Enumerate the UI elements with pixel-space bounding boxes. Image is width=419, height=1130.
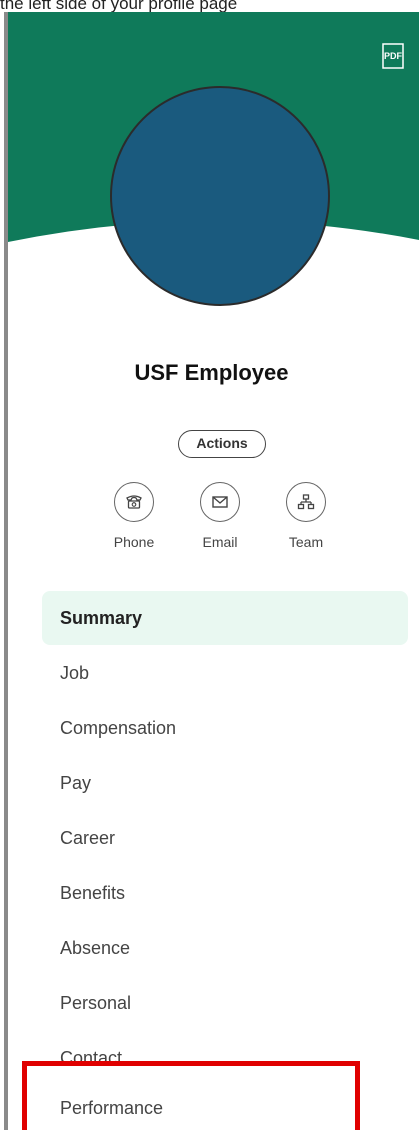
- nav-item-pay[interactable]: Pay: [42, 756, 408, 810]
- nav-item-career[interactable]: Career: [42, 811, 408, 865]
- phone-icon: [114, 482, 154, 522]
- team-icon: [286, 482, 326, 522]
- team-label: Team: [288, 534, 324, 550]
- email-button[interactable]: Email: [190, 482, 250, 550]
- email-icon: [200, 482, 240, 522]
- profile-panel: PDF USF Employee Actions Phone Email Tea…: [4, 12, 419, 1130]
- nav-item-summary[interactable]: Summary: [42, 591, 408, 645]
- nav-item-job[interactable]: Job: [42, 646, 408, 700]
- performance-highlight-box: [22, 1061, 360, 1130]
- phone-label: Phone: [113, 534, 155, 550]
- employee-name: USF Employee: [134, 360, 289, 385]
- email-label: Email: [202, 534, 238, 550]
- page-caption: the left side of your profile page: [0, 0, 238, 12]
- nav-item-benefits[interactable]: Benefits: [42, 866, 408, 920]
- avatar: [110, 86, 330, 306]
- nav-item-absence[interactable]: Absence: [42, 921, 408, 975]
- phone-button[interactable]: Phone: [104, 482, 164, 550]
- nav-item-compensation[interactable]: Compensation: [42, 701, 408, 755]
- team-button[interactable]: Team: [276, 482, 336, 550]
- actions-button[interactable]: Actions: [178, 430, 266, 458]
- nav-item-personal[interactable]: Personal: [42, 976, 408, 1030]
- pdf-icon[interactable]: PDF: [381, 42, 405, 72]
- svg-text:PDF: PDF: [384, 51, 403, 61]
